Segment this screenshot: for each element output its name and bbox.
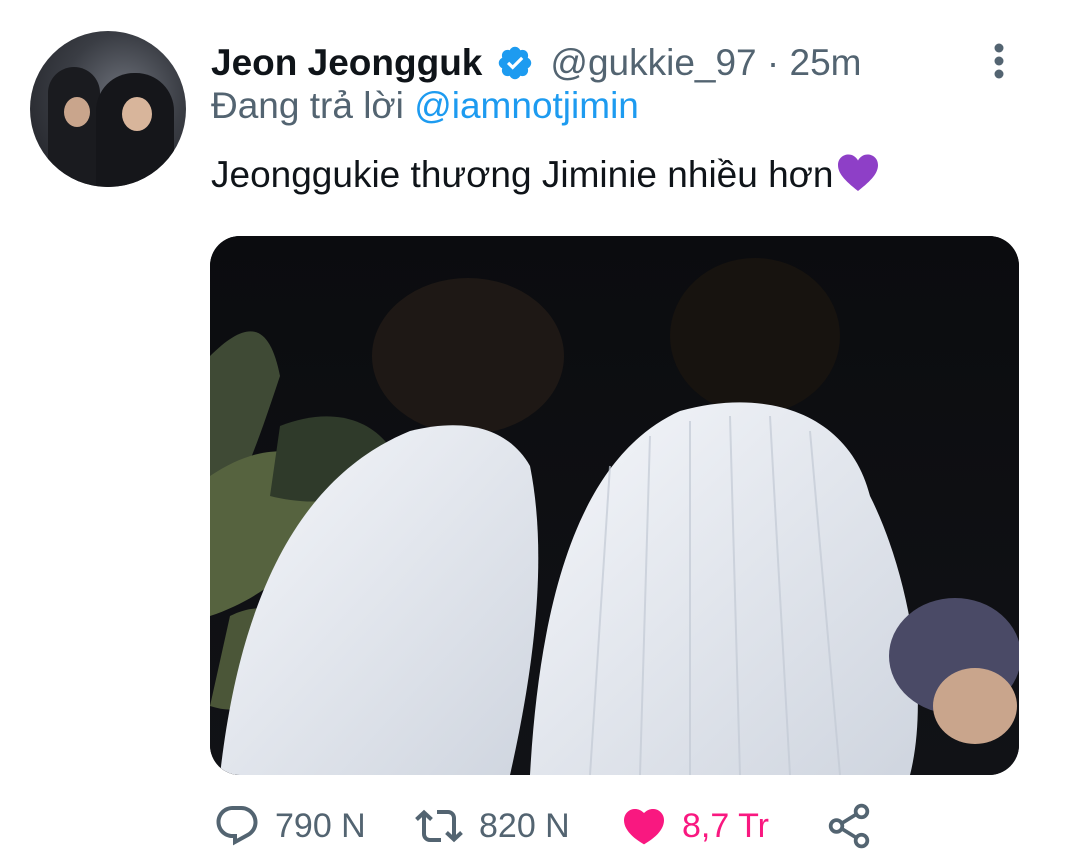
avatar-face-left bbox=[64, 97, 90, 127]
like-heart-icon bbox=[623, 809, 665, 845]
reply-mention-link[interactable]: @iamnotjimin bbox=[414, 85, 639, 126]
like-count: 8,7 Tr bbox=[682, 806, 769, 845]
reply-action[interactable]: 790 N bbox=[213, 798, 366, 854]
author-handle-and-time[interactable]: @gukkie_97 · 25m bbox=[550, 42, 861, 84]
more-vertical-icon[interactable] bbox=[985, 40, 1013, 82]
verified-badge-icon bbox=[499, 46, 532, 80]
avatar-face-right bbox=[122, 97, 152, 131]
like-action[interactable]: 8,7 Tr bbox=[620, 798, 769, 854]
retweet-action[interactable]: 820 N bbox=[413, 798, 570, 854]
tweet-actions: 790 N 820 N 8,7 Tr bbox=[0, 798, 1080, 854]
tweet-text: Jeonggukie thương Jiminie nhiều hơn bbox=[211, 153, 880, 196]
reply-context: Đang trả lời @iamnotjimin bbox=[211, 85, 639, 127]
avatar-figure-left bbox=[48, 67, 100, 187]
purple-heart-emoji bbox=[837, 154, 878, 191]
reply-prefix: Đang trả lời bbox=[211, 85, 415, 126]
share-icon bbox=[828, 803, 870, 849]
tweet-photo[interactable] bbox=[210, 236, 1019, 775]
reply-count: 790 N bbox=[275, 806, 366, 845]
share-action[interactable] bbox=[824, 798, 874, 854]
author-name[interactable]: Jeon Jeongguk bbox=[211, 42, 482, 84]
retweet-count: 820 N bbox=[479, 806, 570, 845]
tweet-header: Jeon Jeongguk @gukkie_97 · 25m bbox=[211, 38, 862, 88]
photo-illustration bbox=[210, 236, 1019, 775]
reply-icon bbox=[216, 806, 258, 846]
tweet-body: Jeonggukie thương Jiminie nhiều hơn bbox=[211, 154, 834, 195]
retweet-icon bbox=[415, 809, 463, 843]
author-avatar[interactable] bbox=[30, 31, 186, 187]
